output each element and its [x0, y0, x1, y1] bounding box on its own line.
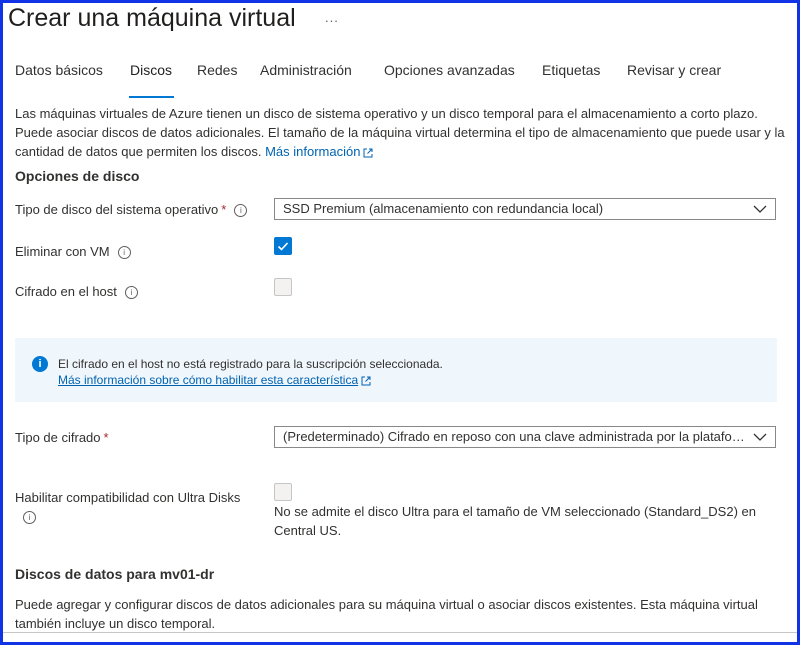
page-title: Crear una máquina virtual: [8, 4, 296, 32]
os-disk-type-label: Tipo de disco del sistema operativo * i: [15, 202, 248, 218]
banner-message: El cifrado en el host no está registrado…: [58, 357, 443, 387]
delete-with-vm-label: Eliminar con VM i: [15, 244, 131, 260]
tab-opciones-avanzadas[interactable]: Opciones avanzadas: [384, 62, 515, 78]
delete-with-vm-checkbox[interactable]: [274, 237, 292, 255]
encryption-type-dropdown[interactable]: (Predeterminado) Cifrado en reposo con u…: [274, 426, 776, 448]
os-disk-type-dropdown[interactable]: SSD Premium (almacenamiento con redundan…: [274, 198, 776, 220]
external-link-icon: [361, 376, 371, 386]
chevron-down-icon: [753, 433, 767, 441]
host-encryption-label: Cifrado en el host i: [15, 284, 138, 300]
more-options-button[interactable]: ...: [325, 10, 339, 25]
screenshot-frame: [0, 0, 800, 645]
host-encryption-checkbox[interactable]: [274, 278, 292, 296]
disk-options-title: Opciones de disco: [15, 168, 140, 184]
info-icon[interactable]: i: [117, 246, 131, 260]
checkmark-icon: [277, 242, 289, 251]
tab-discos[interactable]: Discos: [130, 62, 172, 78]
data-disks-title: Discos de datos para mv01-dr: [15, 566, 215, 582]
info-icon[interactable]: i: [124, 286, 138, 300]
ultra-disks-checkbox[interactable]: [274, 483, 292, 501]
chevron-down-icon: [753, 205, 767, 213]
ultra-disks-note: No se admite el disco Ultra para el tama…: [274, 504, 756, 538]
ultra-disks-label: Habilitar compatibilidad con Ultra Disks…: [15, 490, 241, 525]
info-icon[interactable]: i: [23, 511, 36, 525]
encryption-type-value: (Predeterminado) Cifrado en reposo con u…: [283, 429, 755, 444]
required-asterisk: *: [221, 202, 227, 217]
tab-bar: Datos básicos Discos Redes Administració…: [0, 62, 800, 92]
info-icon[interactable]: i: [234, 204, 248, 218]
tab-datos-basicos[interactable]: Datos básicos: [15, 62, 103, 78]
intro-text: Las máquinas virtuales de Azure tienen u…: [15, 106, 785, 159]
info-banner: i El cifrado en el host no está registra…: [15, 338, 777, 402]
info-filled-icon: i: [32, 356, 48, 372]
os-disk-type-value: SSD Premium (almacenamiento con redundan…: [283, 201, 604, 216]
learn-more-link[interactable]: Más información: [265, 144, 373, 159]
encryption-type-label: Tipo de cifrado *: [15, 430, 109, 445]
tab-etiquetas[interactable]: Etiquetas: [542, 62, 600, 78]
enable-feature-link[interactable]: Más información sobre cómo habilitar est…: [58, 373, 358, 387]
data-disks-description: Puede agregar y configurar discos de dat…: [15, 597, 758, 631]
divider: [3, 632, 797, 633]
active-tab-indicator: [129, 96, 174, 98]
tab-revisar-y-crear[interactable]: Revisar y crear: [627, 62, 721, 78]
external-link-icon: [363, 148, 373, 158]
tab-redes[interactable]: Redes: [197, 62, 237, 78]
intro-paragraph: Las máquinas virtuales de Azure tienen u…: [15, 104, 785, 161]
required-asterisk: *: [103, 430, 109, 445]
tab-administracion[interactable]: Administración: [260, 62, 352, 78]
